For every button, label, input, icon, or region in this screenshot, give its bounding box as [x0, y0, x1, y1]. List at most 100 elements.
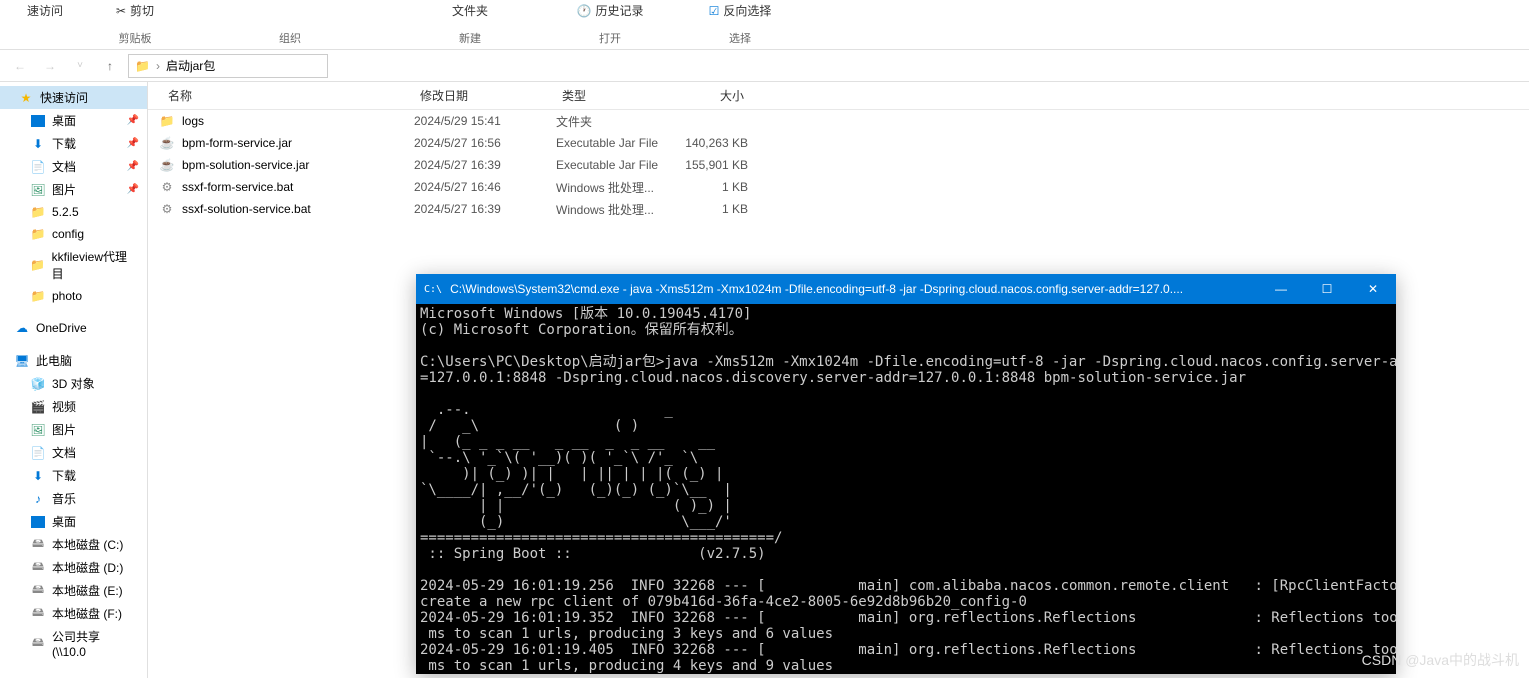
file-name: bpm-solution-service.jar	[182, 158, 309, 172]
scissors-icon	[116, 4, 126, 18]
nav-forward-button[interactable]: →	[38, 54, 62, 78]
sidebar-downloads[interactable]: ⬇下载📌	[0, 132, 147, 155]
file-size: 1 KB	[668, 180, 748, 194]
col-date[interactable]: 修改日期	[410, 87, 552, 104]
quick-access-label: 速访问	[21, 0, 69, 21]
open-group-label: 打开	[599, 30, 621, 48]
sidebar-pictures2[interactable]: 🖼图片	[0, 418, 147, 441]
document-icon: 📄	[30, 159, 46, 175]
sidebar-drive-f[interactable]: 🖴本地磁盘 (F:)	[0, 602, 147, 625]
drive-icon: 🖴	[30, 537, 46, 553]
reverse-select-button[interactable]: ☑反向选择	[703, 0, 778, 21]
file-name: logs	[182, 114, 204, 128]
star-icon: ★	[18, 90, 34, 106]
desktop-icon	[30, 514, 46, 530]
file-size: 1 KB	[668, 202, 748, 216]
reverse-icon: ☑	[709, 4, 720, 18]
network-drive-icon: 🖴	[30, 636, 46, 652]
sidebar-quick-access[interactable]: ★快速访问	[0, 86, 147, 109]
sidebar-desktop[interactable]: 桌面📌	[0, 109, 147, 132]
sidebar-photo[interactable]: 📁photo	[0, 285, 147, 307]
file-name: ssxf-solution-service.bat	[182, 202, 311, 216]
picture-icon: 🖼	[30, 182, 46, 198]
folder-icon: 📁	[30, 257, 46, 273]
nav-up-button[interactable]: ↑	[98, 54, 122, 78]
folder-icon: 📁	[30, 226, 46, 242]
organize-group-label: 组织	[279, 30, 301, 48]
sidebar-3dobjects[interactable]: 🧊3D 对象	[0, 372, 147, 395]
pin-icon: 📌	[127, 138, 139, 149]
sidebar-documents[interactable]: 📄文档📌	[0, 155, 147, 178]
col-name[interactable]: 名称	[158, 87, 410, 104]
sidebar-drive-d[interactable]: 🖴本地磁盘 (D:)	[0, 556, 147, 579]
drive-icon: 🖴	[30, 606, 46, 622]
nav-back-button[interactable]: ←	[8, 54, 32, 78]
file-type: Executable Jar File	[546, 158, 668, 172]
file-row[interactable]: ⚙ ssxf-solution-service.bat 2024/5/27 16:3…	[148, 198, 1529, 220]
document-icon: 📄	[30, 445, 46, 461]
cmd-window[interactable]: C:\ C:\Windows\System32\cmd.exe - java -…	[416, 274, 1396, 674]
sidebar-drive-c[interactable]: 🖴本地磁盘 (C:)	[0, 533, 147, 556]
pin-icon: 📌	[127, 115, 139, 126]
cmd-title-text: C:\Windows\System32\cmd.exe - java -Xms5…	[450, 282, 1250, 296]
col-size[interactable]: 大小	[674, 87, 754, 104]
file-row[interactable]: ☕bpm-solution-service.jar2024/5/27 16:39…	[148, 154, 1529, 176]
folder-icon: 📁	[30, 204, 46, 220]
picture-icon: 🖼	[30, 422, 46, 438]
close-button[interactable]: ✕	[1350, 274, 1396, 304]
cmd-output[interactable]: Microsoft Windows [版本 10.0.19045.4170] (…	[416, 304, 1396, 674]
sidebar-pictures[interactable]: 🖼图片📌	[0, 178, 147, 201]
history-icon: 🕐	[577, 4, 592, 18]
minimize-button[interactable]: —	[1258, 274, 1304, 304]
address-bar[interactable]: 📁 › 启动jar包	[128, 54, 328, 78]
video-icon: 🎬	[30, 399, 46, 415]
file-type: Windows 批处理...	[546, 179, 668, 196]
file-size: 140,263 KB	[668, 136, 748, 150]
pin-icon: 📌	[127, 184, 139, 195]
history-button[interactable]: 🕐历史记录	[571, 0, 650, 21]
breadcrumb-current[interactable]: 启动jar包	[166, 57, 215, 74]
sidebar-525[interactable]: 📁5.2.5	[0, 201, 147, 223]
folder-label: 文件夹	[446, 0, 494, 21]
select-group-label: 选择	[729, 30, 751, 48]
folder-icon: 📁	[30, 288, 46, 304]
sidebar-desktop2[interactable]: 桌面	[0, 510, 147, 533]
file-row[interactable]: ☕bpm-form-service.jar2024/5/27 16:56Exec…	[148, 132, 1529, 154]
sidebar-kkfileview[interactable]: 📁kkfileview代理目	[0, 245, 147, 285]
bat-icon: ⚙	[158, 200, 176, 218]
file-row[interactable]: 📁logs2024/5/29 15:41文件夹	[148, 110, 1529, 132]
cut-button[interactable]: 剪切	[110, 0, 160, 21]
folder-icon: 📁	[158, 112, 176, 130]
drive-icon: 🖴	[30, 583, 46, 599]
3d-icon: 🧊	[30, 376, 46, 392]
pin-icon: 📌	[127, 161, 139, 172]
sidebar-downloads2[interactable]: ⬇下载	[0, 464, 147, 487]
cmd-titlebar[interactable]: C:\ C:\Windows\System32\cmd.exe - java -…	[416, 274, 1396, 304]
drive-icon: 🖴	[30, 560, 46, 576]
new-group-label: 新建	[459, 30, 481, 48]
sidebar-music[interactable]: ♪音乐	[0, 487, 147, 510]
sidebar-drive-e[interactable]: 🖴本地磁盘 (E:)	[0, 579, 147, 602]
file-type: 文件夹	[546, 113, 668, 130]
jar-icon: ☕	[158, 134, 176, 152]
file-date: 2024/5/27 16:46	[404, 180, 546, 194]
sidebar-documents2[interactable]: 📄文档	[0, 441, 147, 464]
file-list: 📁logs2024/5/29 15:41文件夹☕bpm-form-service…	[148, 110, 1529, 220]
jar-icon: ☕	[158, 156, 176, 174]
clipboard-group-label: 剪贴板	[119, 30, 152, 48]
nav-dropdown-button[interactable]: ˅	[68, 54, 92, 78]
file-name: ssxf-form-service.bat	[182, 180, 293, 194]
file-date: 2024/5/27 16:56	[404, 136, 546, 150]
sidebar-config[interactable]: 📁config	[0, 223, 147, 245]
file-date: 2024/5/27 16:39	[404, 202, 546, 216]
col-type[interactable]: 类型	[552, 87, 674, 104]
maximize-button[interactable]: ☐	[1304, 274, 1350, 304]
sidebar-video[interactable]: 🎬视频	[0, 395, 147, 418]
breadcrumb-sep: ›	[156, 59, 160, 73]
sidebar-onedrive[interactable]: ☁OneDrive	[0, 317, 147, 339]
file-row[interactable]: ⚙ ssxf-form-service.bat 2024/5/27 16:46Win…	[148, 176, 1529, 198]
bat-icon: ⚙	[158, 178, 176, 196]
sidebar-thispc[interactable]: 🖥此电脑	[0, 349, 147, 372]
sidebar-share[interactable]: 🖴公司共享 (\\10.0	[0, 625, 147, 662]
column-headers: 名称 修改日期 类型 大小	[148, 82, 1529, 110]
